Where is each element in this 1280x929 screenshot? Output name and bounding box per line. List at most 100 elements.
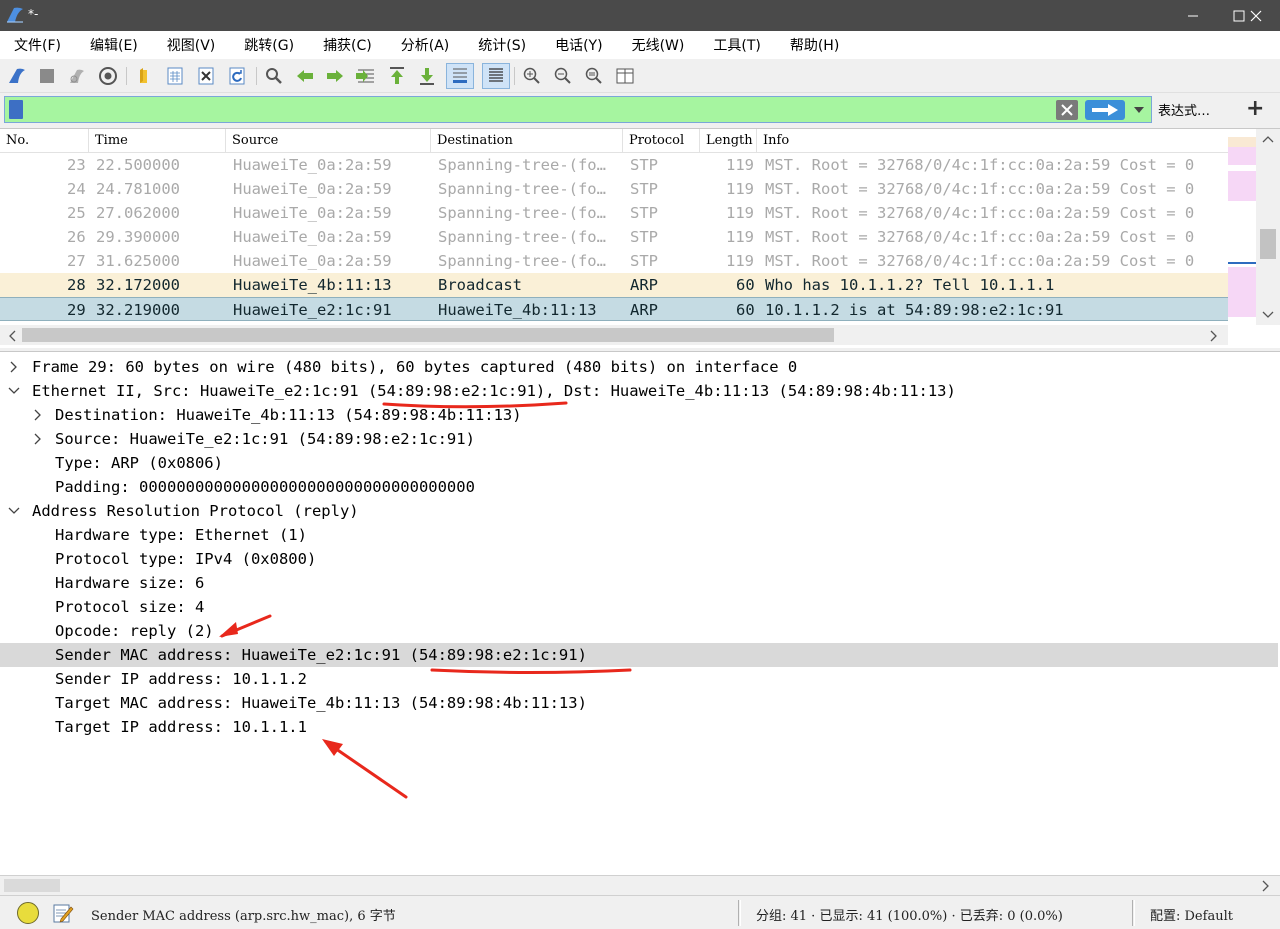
packet-list-vertical-scrollbar[interactable]	[1256, 129, 1280, 325]
chevron-down-icon[interactable]	[8, 384, 20, 398]
go-to-packet-button[interactable]	[355, 65, 377, 87]
close-file-button[interactable]	[195, 65, 217, 87]
tree-item-eth-type[interactable]: Type: ARP (0x0806)	[0, 451, 1278, 475]
packet-minimap[interactable]	[1228, 137, 1256, 323]
menu-file[interactable]: 文件(F)	[6, 35, 69, 55]
capture-options-button[interactable]	[97, 65, 119, 87]
tree-item-arp-target-ip[interactable]: Target IP address: 10.1.1.1	[0, 715, 1278, 739]
status-profile[interactable]: 配置: Default	[1150, 905, 1233, 924]
chevron-right-icon[interactable]	[32, 408, 44, 422]
packet-row[interactable]: 25 27.062000 HuaweiTe_0a:2a:59 Spanning-…	[0, 201, 1228, 225]
menu-capture[interactable]: 捕获(C)	[315, 35, 380, 55]
save-file-button[interactable]	[164, 65, 186, 87]
colorize-button[interactable]	[482, 63, 510, 89]
menu-help[interactable]: 帮助(H)	[782, 35, 847, 55]
packet-source: HuaweiTe_0a:2a:59	[233, 180, 392, 198]
menu-tools[interactable]: 工具(T)	[705, 35, 768, 55]
auto-scroll-button[interactable]	[446, 63, 474, 89]
col-length[interactable]: Length	[700, 129, 757, 153]
scroll-down-icon[interactable]	[1262, 311, 1274, 319]
bookmark-icon[interactable]	[9, 100, 23, 119]
scroll-left-icon[interactable]	[8, 330, 16, 342]
clear-filter-button[interactable]	[1056, 100, 1078, 120]
packet-row-selected[interactable]: 29 32.219000 HuaweiTe_e2:1c:91 HuaweiTe_…	[0, 297, 1228, 321]
edit-comment-icon[interactable]	[52, 902, 74, 924]
tree-item-eth-destination[interactable]: Destination: HuaweiTe_4b:11:13 (54:89:98…	[0, 403, 1278, 427]
packet-source: HuaweiTe_0a:2a:59	[233, 228, 392, 246]
expression-button[interactable]: 表达式…	[1158, 100, 1210, 119]
first-packet-button[interactable]	[386, 65, 408, 87]
packet-no: 27	[67, 252, 86, 270]
hscroll-thumb[interactable]	[4, 879, 60, 892]
menu-telephony[interactable]: 电话(Y)	[547, 35, 610, 55]
packet-row[interactable]: 26 29.390000 HuaweiTe_0a:2a:59 Spanning-…	[0, 225, 1228, 249]
tree-item-arp-proto-size[interactable]: Protocol size: 4	[0, 595, 1278, 619]
col-no[interactable]: No.	[0, 129, 89, 153]
scroll-up-icon[interactable]	[1262, 135, 1274, 143]
col-source[interactable]: Source	[226, 129, 431, 153]
menu-analyze[interactable]: 分析(A)	[393, 35, 458, 55]
menu-edit[interactable]: 编辑(E)	[82, 35, 146, 55]
display-filter-input[interactable]	[31, 98, 1051, 121]
stop-capture-button[interactable]	[36, 65, 58, 87]
resize-columns-button[interactable]	[614, 65, 636, 87]
tree-item-arp[interactable]: Address Resolution Protocol (reply)	[0, 499, 1278, 523]
packet-destination: Spanning-tree-(fo…	[438, 180, 606, 198]
start-capture-button[interactable]	[6, 65, 28, 87]
tree-item-label: Protocol type: IPv4 (0x0800)	[55, 550, 317, 568]
tree-item-arp-proto-type[interactable]: Protocol type: IPv4 (0x0800)	[0, 547, 1278, 571]
last-packet-button[interactable]	[416, 65, 438, 87]
menu-wireless[interactable]: 无线(W)	[624, 35, 693, 55]
chevron-right-icon[interactable]	[8, 360, 20, 374]
tree-item-arp-hw-type[interactable]: Hardware type: Ethernet (1)	[0, 523, 1278, 547]
clear-x-icon	[1061, 104, 1073, 116]
details-horizontal-scrollbar[interactable]	[0, 875, 1280, 895]
tree-item-ethernet[interactable]: Ethernet II, Src: HuaweiTe_e2:1c:91 (54:…	[0, 379, 1278, 403]
chevron-down-icon[interactable]	[8, 504, 20, 518]
go-forward-button[interactable]	[324, 65, 346, 87]
tree-item-arp-opcode[interactable]: Opcode: reply (2)	[0, 619, 1278, 643]
col-protocol[interactable]: Protocol	[623, 129, 700, 153]
packet-row[interactable]: 24 24.781000 HuaweiTe_0a:2a:59 Spanning-…	[0, 177, 1228, 201]
menu-go[interactable]: 跳转(G)	[236, 35, 302, 55]
packet-list-horizontal-scrollbar[interactable]	[0, 325, 1228, 345]
close-button[interactable]	[1232, 0, 1280, 31]
open-file-button[interactable]	[134, 65, 156, 87]
packet-row[interactable]: 28 32.172000 HuaweiTe_4b:11:13 Broadcast…	[0, 273, 1228, 297]
col-time[interactable]: Time	[89, 129, 226, 153]
restart-capture-button[interactable]	[66, 65, 88, 87]
tree-item-eth-source[interactable]: Source: HuaweiTe_e2:1c:91 (54:89:98:e2:1…	[0, 427, 1278, 451]
tree-item-arp-sender-ip[interactable]: Sender IP address: 10.1.1.2	[0, 667, 1278, 691]
scroll-right-icon[interactable]	[1210, 330, 1218, 342]
tree-item-eth-padding[interactable]: Padding: 0000000000000000000000000000000…	[0, 475, 1278, 499]
tree-item-label: Opcode: reply (2)	[55, 622, 214, 640]
normal-size-button[interactable]	[583, 65, 605, 87]
menu-statistics[interactable]: 统计(S)	[470, 35, 534, 55]
zoom-in-button[interactable]	[521, 65, 543, 87]
col-destination[interactable]: Destination	[431, 129, 623, 153]
col-info[interactable]: Info	[757, 129, 1228, 153]
expert-info-led-icon[interactable]	[17, 902, 39, 924]
filter-history-dropdown[interactable]	[1131, 102, 1147, 118]
hscroll-thumb[interactable]	[22, 328, 834, 342]
scroll-right-icon[interactable]	[1262, 880, 1270, 892]
packet-row[interactable]: 27 31.625000 HuaweiTe_0a:2a:59 Spanning-…	[0, 249, 1228, 273]
chevron-right-icon[interactable]	[32, 432, 44, 446]
add-filter-button[interactable]: +	[1246, 96, 1264, 121]
go-back-button[interactable]	[294, 65, 316, 87]
auto-scroll-icon	[453, 68, 467, 83]
minimize-button[interactable]	[1170, 0, 1216, 31]
menu-view[interactable]: 视图(V)	[159, 35, 224, 55]
tree-item-frame[interactable]: Frame 29: 60 bytes on wire (480 bits), 6…	[0, 355, 1278, 379]
scroll-thumb[interactable]	[1260, 229, 1276, 259]
apply-filter-button[interactable]	[1085, 100, 1125, 120]
find-packet-button[interactable]	[263, 65, 285, 87]
packet-row[interactable]: 23 22.500000 HuaweiTe_0a:2a:59 Spanning-…	[0, 153, 1228, 177]
tree-item-arp-sender-mac[interactable]: Sender MAC address: HuaweiTe_e2:1c:91 (5…	[0, 643, 1278, 667]
tree-item-arp-target-mac[interactable]: Target MAC address: HuaweiTe_4b:11:13 (5…	[0, 691, 1278, 715]
arrow-up-to-line-icon	[390, 67, 404, 84]
zoom-out-button[interactable]	[552, 65, 574, 87]
tree-item-arp-hw-size[interactable]: Hardware size: 6	[0, 571, 1278, 595]
tree-item-label: Address Resolution Protocol (reply)	[32, 502, 359, 520]
reload-file-button[interactable]	[226, 65, 248, 87]
